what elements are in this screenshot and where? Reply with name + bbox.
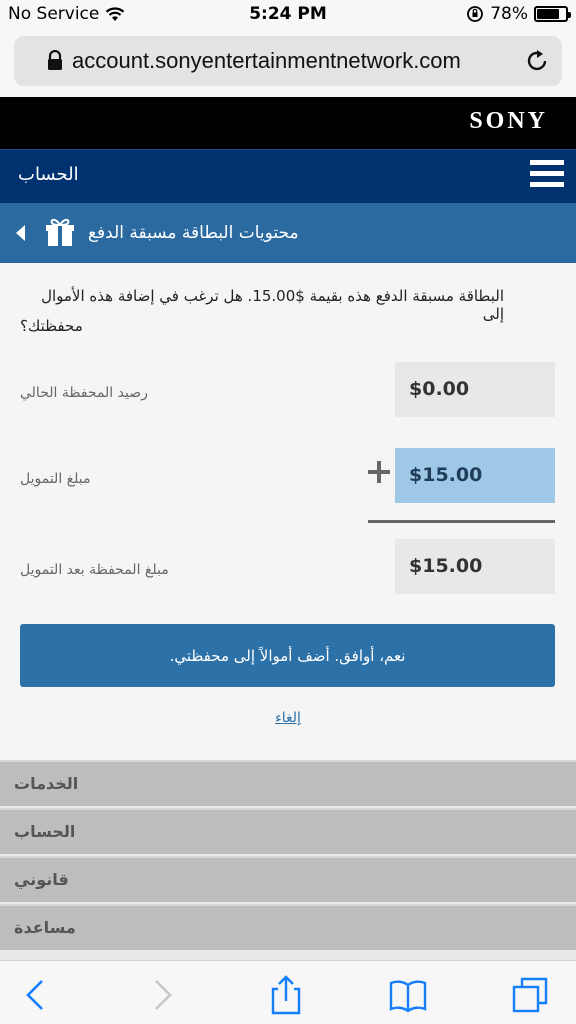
current-balance-value: $0.00 [395,362,555,417]
footer-item-legal[interactable]: قانوني [0,856,576,902]
balance-after-funding-label: مبلغ المحفظة بعد التمويل [20,562,169,578]
reload-icon[interactable] [524,48,550,74]
cancel-link[interactable]: إلغاء [0,710,576,726]
account-nav-bar: الحساب [0,149,576,203]
battery-percent: 78% [490,4,528,24]
url-text[interactable]: account.sonyentertainmentnetwork.com [72,48,461,74]
funding-amount-value: $15.00 [395,448,555,503]
forward-icon[interactable] [140,975,180,1015]
browser-toolbar [0,960,576,1024]
browser-url-area: account.sonyentertainmentnetwork.com [0,30,576,97]
status-bar: No Service 5:24 PM 78% [0,0,576,30]
current-balance-label: رصيد المحفظة الحالي [20,385,148,401]
confirm-add-funds-button[interactable]: .نعم، أوافق. أضف أموالاً إلى محفظتي [20,624,555,687]
funding-amount-label: مبلغ التمويل [20,471,91,487]
battery-fill [537,9,559,19]
hamburger-menu-icon[interactable] [530,160,564,192]
footer-item-account[interactable]: الحساب [0,808,576,854]
footer-item-label: الحساب [14,822,76,841]
footer-item-label: قانوني [14,870,69,889]
balance-after-funding-value: $15.00 [395,539,555,594]
battery-icon [534,6,571,22]
status-right: 78% [466,4,571,24]
sub-header: محتويات البطاقة مسبقة الدفع [0,203,576,263]
footer-item-help[interactable]: مساعدة [0,904,576,950]
description-line-2: محفظتك؟ [20,317,83,335]
lock-icon [48,50,62,70]
footer-item-services[interactable]: الخدمات [0,760,576,806]
back-arrow-icon[interactable] [16,225,25,241]
footer-menu: الخدمات الحساب قانوني مساعدة [0,760,576,960]
footer-item-label: الخدمات [14,774,79,793]
main-content: البطاقة مسبقة الدفع هذه بقيمة $15.00. هل… [0,263,576,760]
sub-header-title: محتويات البطاقة مسبقة الدفع [88,223,299,243]
description-line-1: البطاقة مسبقة الدفع هذه بقيمة $15.00. هل… [41,287,504,323]
orientation-lock-icon [467,6,484,22]
account-title: الحساب [18,164,79,185]
gift-icon [46,218,74,246]
sum-divider [368,520,555,523]
tabs-icon[interactable] [510,975,550,1015]
bookmarks-icon[interactable] [388,975,428,1015]
share-icon[interactable] [266,975,306,1015]
sony-header: SONY [0,97,576,149]
footer-item-label: مساعدة [14,918,76,937]
back-icon[interactable] [16,975,56,1015]
plus-icon [368,461,390,483]
sony-logo[interactable]: SONY [469,108,548,135]
url-bar[interactable]: account.sonyentertainmentnetwork.com [14,36,562,86]
